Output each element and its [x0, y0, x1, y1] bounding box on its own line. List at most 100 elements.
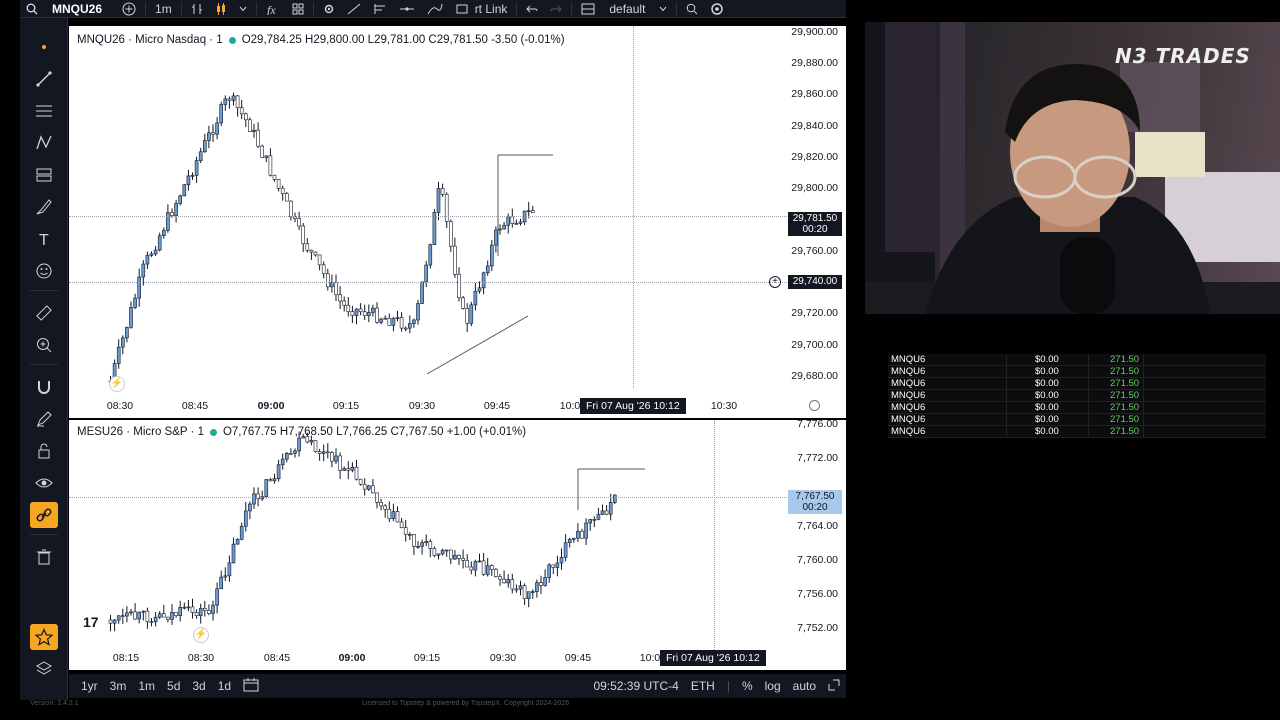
- layout-icon[interactable]: [575, 0, 601, 18]
- fullscreen-icon[interactable]: [822, 679, 846, 694]
- position-pnl: $0.00: [1035, 354, 1059, 365]
- timeframe-3m[interactable]: 3m: [104, 679, 133, 693]
- candle-body: [162, 230, 166, 236]
- layers-icon[interactable]: [30, 656, 58, 682]
- candle-body: [461, 558, 465, 561]
- chart-type-bars-icon[interactable]: [185, 0, 209, 18]
- symbol-search[interactable]: MNQU26: [44, 2, 102, 16]
- timeframe-1d[interactable]: 1d: [212, 679, 237, 693]
- candle-body: [358, 478, 363, 485]
- chevron-down-icon[interactable]: [233, 0, 253, 18]
- ruler-icon[interactable]: [30, 300, 58, 326]
- lightning-event-icon[interactable]: ⚡: [193, 627, 209, 643]
- horizontal-line-icon[interactable]: [393, 0, 421, 18]
- brush-icon[interactable]: [421, 0, 449, 18]
- lightning-event-icon[interactable]: ⚡: [109, 376, 125, 392]
- fork-icon[interactable]: [367, 0, 393, 18]
- magnet-icon[interactable]: [30, 374, 58, 400]
- symbol-title[interactable]: MNQU26 · Micro Nasdaq · 1: [77, 34, 223, 46]
- candle-body: [178, 607, 182, 616]
- table-row[interactable]: MNQU6 $0.00 271.50: [888, 378, 1266, 390]
- timezone-clock[interactable]: 09:52:39 UTC-4: [587, 679, 684, 693]
- add-symbol-icon[interactable]: [116, 0, 142, 18]
- templates-icon[interactable]: [286, 0, 310, 18]
- add-alert-icon[interactable]: +: [769, 276, 781, 288]
- timeframe-3d[interactable]: 3d: [186, 679, 211, 693]
- candle-body: [313, 251, 318, 256]
- time-tick: 08:30: [106, 400, 134, 412]
- search-icon[interactable]: [20, 0, 44, 18]
- rectangle-tool-icon[interactable]: [449, 0, 475, 18]
- pattern-tool-icon[interactable]: [30, 130, 58, 156]
- candlestick-chart-mnq[interactable]: [69, 26, 846, 418]
- table-row[interactable]: MNQU6 $0.00 271.50: [888, 354, 1266, 366]
- interval-button[interactable]: 1m: [149, 0, 178, 18]
- table-row[interactable]: MNQU6 $0.00 271.50: [888, 426, 1266, 438]
- candle-body: [424, 541, 429, 544]
- layout-select[interactable]: default: [601, 0, 653, 18]
- candle-body: [186, 606, 191, 609]
- indicators-icon[interactable]: fx: [260, 0, 286, 18]
- chevron-down-icon[interactable]: [653, 0, 673, 18]
- text-tool-icon[interactable]: T: [30, 226, 58, 252]
- candle-body: [457, 554, 461, 559]
- chart-pane-mnq[interactable]: MNQU26 · Micro Nasdaq · 1 O29,784.25 H29…: [69, 26, 846, 418]
- candle-body: [342, 300, 347, 306]
- auto-scale-toggle[interactable]: auto: [787, 679, 822, 693]
- position-value: 271.50: [1110, 414, 1140, 425]
- candlestick-chart-mes[interactable]: [69, 420, 846, 670]
- settings-gear-icon[interactable]: [317, 0, 341, 18]
- trash-icon[interactable]: [30, 544, 58, 570]
- table-row[interactable]: MNQU6 $0.00 271.50: [888, 390, 1266, 402]
- toolbar-divider: [30, 364, 58, 365]
- candle-body: [526, 591, 531, 599]
- settings-icon[interactable]: [704, 0, 730, 18]
- undo-icon[interactable]: [520, 0, 544, 18]
- timeframe-1m[interactable]: 1m: [132, 679, 161, 693]
- link-icon[interactable]: [30, 502, 58, 528]
- trend-line-icon[interactable]: [341, 0, 367, 18]
- candle-body: [473, 290, 478, 306]
- table-row[interactable]: MNQU6 $0.00 271.50: [888, 414, 1266, 426]
- drawing-mode-icon[interactable]: [30, 406, 58, 432]
- candle-body: [334, 455, 338, 462]
- redo-icon[interactable]: [544, 0, 568, 18]
- eye-icon[interactable]: [30, 470, 58, 496]
- table-row[interactable]: MNQU6 $0.00 271.50: [888, 402, 1266, 414]
- trend-line-tool-icon[interactable]: [30, 66, 58, 92]
- candle-body: [588, 519, 593, 524]
- percent-scale-toggle[interactable]: %: [736, 679, 759, 693]
- price-tick: 7,776.00: [797, 420, 838, 430]
- candle-body: [387, 317, 392, 326]
- projection-tool-icon[interactable]: [30, 162, 58, 188]
- candle-body: [383, 505, 388, 510]
- candle-body: [285, 452, 289, 460]
- star-favorites-icon[interactable]: [30, 624, 58, 650]
- brush-tool-icon[interactable]: [30, 194, 58, 220]
- timeframe-1yr[interactable]: 1yr: [69, 679, 104, 693]
- session-toggle[interactable]: ETH: [685, 679, 721, 693]
- candles-icon[interactable]: [209, 0, 233, 18]
- candle-body: [407, 323, 412, 329]
- timeframe-5d[interactable]: 5d: [161, 679, 186, 693]
- quick-search-icon[interactable]: [680, 0, 704, 18]
- log-scale-toggle[interactable]: log: [759, 679, 787, 693]
- lock-icon[interactable]: [30, 438, 58, 464]
- price-tick: 7,756.00: [797, 588, 838, 600]
- dot-cursor-icon[interactable]: [30, 34, 58, 60]
- emoji-icon[interactable]: [30, 258, 58, 284]
- toolbar-divider: [676, 1, 678, 16]
- symbol-title[interactable]: MESU26 · Micro S&P · 1: [77, 426, 204, 438]
- calendar-range-icon[interactable]: [237, 677, 265, 695]
- zoom-in-icon[interactable]: [30, 332, 58, 358]
- candle-body: [502, 578, 506, 584]
- chart-pane-mes[interactable]: MESU26 · Micro S&P · 1 O7,767.75 H7,768.…: [69, 420, 846, 670]
- candle-body: [485, 565, 490, 575]
- chart-settings-icon[interactable]: [809, 400, 820, 411]
- table-row[interactable]: MNQU6 $0.00 271.50: [888, 366, 1266, 378]
- candle-body: [297, 218, 301, 227]
- candle-body: [133, 297, 137, 308]
- horizontal-lines-icon[interactable]: [30, 98, 58, 124]
- candle-body: [252, 493, 256, 505]
- link-button[interactable]: rt Link: [475, 0, 514, 18]
